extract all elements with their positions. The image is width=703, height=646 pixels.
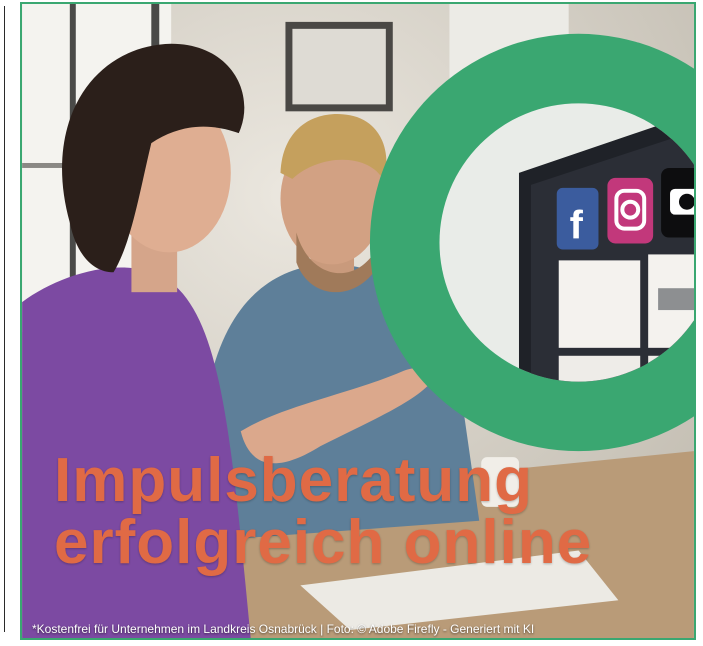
instagram-icon	[607, 177, 654, 244]
headline: Impulsberatung erfolgreich online	[54, 450, 592, 574]
screen-panel	[558, 260, 641, 348]
footnote-credit: *Kostenfrei für Unternehmen im Landkreis…	[32, 622, 535, 636]
left-divider-line	[4, 6, 5, 632]
headline-line-1: Impulsberatung	[54, 446, 534, 515]
svg-text:f: f	[570, 204, 584, 248]
headline-line-2: erfolgreich online	[54, 508, 593, 577]
poster-frame: f Impulsberatung erfolgreich online *Kos…	[20, 2, 696, 640]
